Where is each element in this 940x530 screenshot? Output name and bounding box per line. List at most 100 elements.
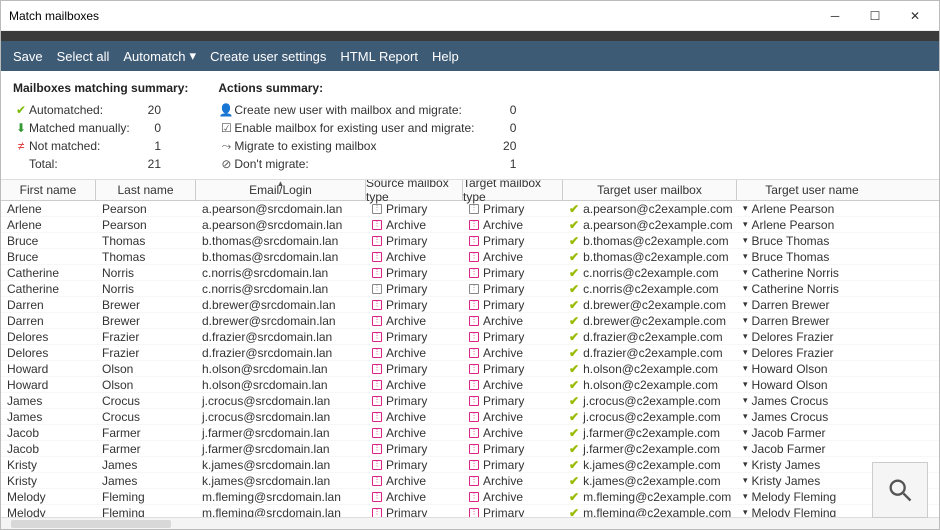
- cell-target-type: ⋮Primary: [463, 298, 563, 312]
- table-row[interactable]: HowardOlsonh.olson@srcdomain.lan⋮Archive…: [1, 377, 939, 393]
- grid-body[interactable]: ArlenePearsona.pearson@srcdomain.lan⋮Pri…: [1, 201, 939, 517]
- search-floating-button[interactable]: [872, 462, 928, 518]
- summary-label: Not matched:: [29, 139, 139, 153]
- column-last-name[interactable]: Last name: [96, 180, 196, 200]
- mailbox-type-icon: ⋮: [372, 332, 382, 342]
- table-row[interactable]: KristyJamesk.james@srcdomain.lan⋮Primary…: [1, 457, 939, 473]
- maximize-button[interactable]: ☐: [855, 2, 895, 30]
- cell-email: h.olson@srcdomain.lan: [196, 378, 366, 392]
- dropdown-caret-icon: ▾: [743, 427, 748, 438]
- cell-target-name[interactable]: ▾Darren Brewer: [737, 314, 887, 328]
- table-row[interactable]: HowardOlsonh.olson@srcdomain.lan⋮Primary…: [1, 361, 939, 377]
- menu-html-report[interactable]: HTML Report: [340, 49, 418, 64]
- cell-target-mailbox[interactable]: ✔j.crocus@c2example.com: [563, 410, 737, 424]
- cell-target-mailbox[interactable]: ✔h.olson@c2example.com: [563, 378, 737, 392]
- cell-source-type: ⋮Primary: [366, 266, 463, 280]
- table-row[interactable]: BruceThomasb.thomas@srcdomain.lan⋮Archiv…: [1, 249, 939, 265]
- cell-target-mailbox[interactable]: ✔j.farmer@c2example.com: [563, 442, 737, 456]
- cell-target-name[interactable]: ▾Howard Olson: [737, 378, 887, 392]
- menu-select-all[interactable]: Select all: [57, 49, 110, 64]
- cell-target-name[interactable]: ▾Melody Fleming: [737, 506, 887, 518]
- table-row[interactable]: MelodyFlemingm.fleming@srcdomain.lan⋮Pri…: [1, 505, 939, 517]
- cell-target-name[interactable]: ▾Darren Brewer: [737, 298, 887, 312]
- cell-target-mailbox[interactable]: ✔j.crocus@c2example.com: [563, 394, 737, 408]
- match-check-icon: ✔: [569, 490, 579, 504]
- menu-automatch[interactable]: Automatch▾: [123, 48, 196, 64]
- table-row[interactable]: JamesCrocusj.crocus@srcdomain.lan⋮Primar…: [1, 393, 939, 409]
- column-target-name[interactable]: Target user name: [737, 180, 887, 200]
- cell-target-name[interactable]: ▾Kristy James: [737, 458, 887, 472]
- cell-target-name[interactable]: ▾Delores Frazier: [737, 330, 887, 344]
- dropdown-caret-icon: ▾: [743, 235, 748, 246]
- table-row[interactable]: JacobFarmerj.farmer@srcdomain.lan⋮Archiv…: [1, 425, 939, 441]
- table-row[interactable]: CatherineNorrisc.norris@srcdomain.lan⋮Pr…: [1, 265, 939, 281]
- cell-target-name[interactable]: ▾James Crocus: [737, 394, 887, 408]
- cell-source-type: ⋮Archive: [366, 218, 463, 232]
- menu-create-user-settings[interactable]: Create user settings: [210, 49, 326, 64]
- minimize-button[interactable]: ─: [815, 2, 855, 30]
- column-target-type[interactable]: Target mailbox type: [463, 180, 563, 200]
- table-row[interactable]: DarrenBrewerd.brewer@srcdomain.lan⋮Prima…: [1, 297, 939, 313]
- cell-target-mailbox[interactable]: ✔m.fleming@c2example.com: [563, 490, 737, 504]
- mailbox-type-icon: ⋮: [372, 428, 382, 438]
- cell-target-mailbox[interactable]: ✔m.fleming@c2example.com: [563, 506, 737, 518]
- menu-save[interactable]: Save: [13, 49, 43, 64]
- cell-target-name[interactable]: ▾Howard Olson: [737, 362, 887, 376]
- cell-target-mailbox[interactable]: ✔b.thomas@c2example.com: [563, 250, 737, 264]
- cell-target-name[interactable]: ▾Delores Frazier: [737, 346, 887, 360]
- close-button[interactable]: ✕: [895, 2, 935, 30]
- table-row[interactable]: BruceThomasb.thomas@srcdomain.lan⋮Primar…: [1, 233, 939, 249]
- cell-target-name[interactable]: ▾Jacob Farmer: [737, 426, 887, 440]
- column-source-type[interactable]: Source mailbox type: [366, 180, 463, 200]
- dropdown-caret-icon: ▾: [743, 347, 748, 358]
- cell-target-mailbox[interactable]: ✔h.olson@c2example.com: [563, 362, 737, 376]
- horizontal-scrollbar[interactable]: [11, 520, 171, 528]
- cell-target-mailbox[interactable]: ✔a.pearson@c2example.com: [563, 218, 737, 232]
- cell-target-mailbox[interactable]: ✔a.pearson@c2example.com: [563, 202, 737, 216]
- cell-target-name[interactable]: ▾James Crocus: [737, 410, 887, 424]
- cell-source-type: ⋮Archive: [366, 250, 463, 264]
- menu-help[interactable]: Help: [432, 49, 459, 64]
- table-row[interactable]: CatherineNorrisc.norris@srcdomain.lan⋮Pr…: [1, 281, 939, 297]
- cell-target-mailbox[interactable]: ✔d.frazier@c2example.com: [563, 330, 737, 344]
- cell-target-name[interactable]: ▾Jacob Farmer: [737, 442, 887, 456]
- cell-target-mailbox[interactable]: ✔d.frazier@c2example.com: [563, 346, 737, 360]
- column-target-mailbox[interactable]: Target user mailbox: [563, 180, 737, 200]
- menubar: Save Select all Automatch▾ Create user s…: [1, 41, 939, 71]
- cell-target-name[interactable]: ▾Arlene Pearson: [737, 218, 887, 232]
- cell-target-mailbox[interactable]: ✔k.james@c2example.com: [563, 474, 737, 488]
- column-first-name[interactable]: First name: [1, 180, 96, 200]
- mailbox-type-icon: ⋮: [469, 204, 479, 214]
- cell-target-mailbox[interactable]: ✔d.brewer@c2example.com: [563, 314, 737, 328]
- cell-target-name[interactable]: ▾Arlene Pearson: [737, 202, 887, 216]
- column-email[interactable]: Email/Login▲: [196, 180, 366, 200]
- cell-target-mailbox[interactable]: ✔c.norris@c2example.com: [563, 266, 737, 280]
- window: Match mailboxes ─ ☐ ✕ Save Select all Au…: [0, 0, 940, 530]
- table-row[interactable]: DeloresFrazierd.frazier@srcdomain.lan⋮Pr…: [1, 329, 939, 345]
- window-title: Match mailboxes: [9, 9, 99, 23]
- summary-value: 1: [139, 139, 161, 153]
- table-row[interactable]: JamesCrocusj.crocus@srcdomain.lan⋮Archiv…: [1, 409, 939, 425]
- cell-target-name[interactable]: ▾Bruce Thomas: [737, 250, 887, 264]
- cell-target-name[interactable]: ▾Bruce Thomas: [737, 234, 887, 248]
- cell-target-mailbox[interactable]: ✔b.thomas@c2example.com: [563, 234, 737, 248]
- table-row[interactable]: ArlenePearsona.pearson@srcdomain.lan⋮Arc…: [1, 217, 939, 233]
- actions-icon: ☑: [218, 121, 234, 135]
- mailbox-type-icon: ⋮: [469, 492, 479, 502]
- cell-target-name[interactable]: ▾Catherine Norris: [737, 266, 887, 280]
- dropdown-caret-icon: ▾: [743, 203, 748, 214]
- cell-target-mailbox[interactable]: ✔j.farmer@c2example.com: [563, 426, 737, 440]
- table-row[interactable]: MelodyFlemingm.fleming@srcdomain.lan⋮Arc…: [1, 489, 939, 505]
- cell-target-mailbox[interactable]: ✔k.james@c2example.com: [563, 458, 737, 472]
- table-row[interactable]: DarrenBrewerd.brewer@srcdomain.lan⋮Archi…: [1, 313, 939, 329]
- cell-target-name[interactable]: ▾Kristy James: [737, 474, 887, 488]
- cell-target-mailbox[interactable]: ✔c.norris@c2example.com: [563, 282, 737, 296]
- table-row[interactable]: DeloresFrazierd.frazier@srcdomain.lan⋮Ar…: [1, 345, 939, 361]
- actions-label: Don't migrate:: [234, 157, 494, 171]
- dropdown-caret-icon: ▾: [743, 475, 748, 486]
- cell-target-name[interactable]: ▾Melody Fleming: [737, 490, 887, 504]
- table-row[interactable]: JacobFarmerj.farmer@srcdomain.lan⋮Primar…: [1, 441, 939, 457]
- table-row[interactable]: KristyJamesk.james@srcdomain.lan⋮Archive…: [1, 473, 939, 489]
- cell-target-mailbox[interactable]: ✔d.brewer@c2example.com: [563, 298, 737, 312]
- cell-target-name[interactable]: ▾Catherine Norris: [737, 282, 887, 296]
